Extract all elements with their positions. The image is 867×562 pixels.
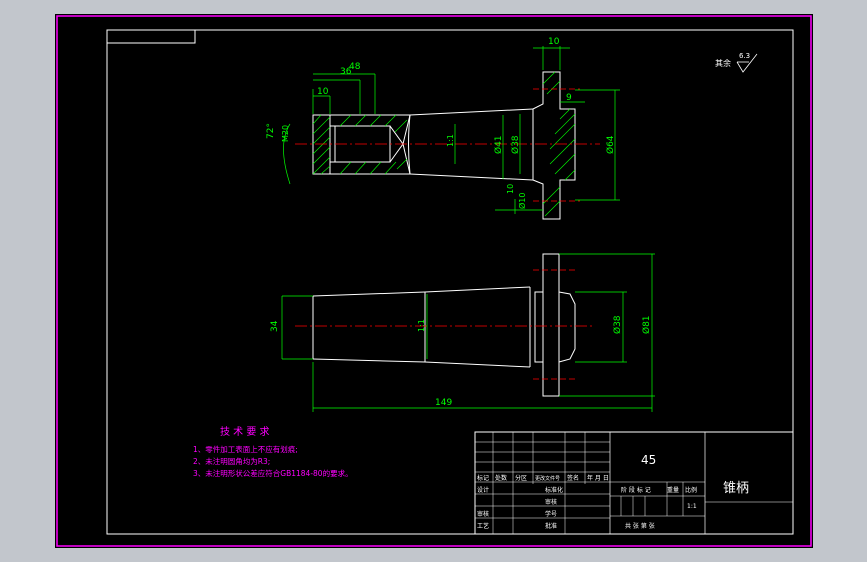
hatch-left [312, 114, 331, 175]
row-label-count: 处数 [495, 474, 507, 482]
tech-item-2: 2、未注明圆角均为R3; [193, 456, 270, 466]
roughness-label: 其余 [715, 58, 731, 68]
title-block: 45 锥柄 标记 处数 分区 更改文件号 签名 年 月 日 设计 标准化 审核 … [474, 431, 794, 535]
technical-requirements: 技 术 要 求 1、零件加工表面上不应有划痕; 2、未注明圆角均为R3; 3、未… [193, 425, 353, 478]
dim-10-lower: 10 [506, 184, 515, 194]
sheets: 共 张 第 张 [625, 522, 655, 530]
scale-value: 1:1 [687, 503, 697, 510]
cad-workspace[interactable]: 36 48 10 10 72° M20 1:1 Ø41 Ø38 Ø64 9 10… [55, 14, 813, 548]
label-audit-mid: 审核 [545, 498, 557, 506]
dim-angle: 72° [266, 123, 276, 139]
dim-d64: Ø64 [605, 135, 616, 154]
label-weight: 重量 [667, 486, 679, 494]
dim-48: 48 [349, 62, 361, 72]
label-student-no: 学号 [545, 510, 557, 518]
dim-d38a: Ø38 [510, 135, 521, 154]
hatch-body [339, 114, 408, 175]
dim-d10-small: Ø10 [517, 193, 527, 209]
dim-d38b: Ø38 [612, 315, 623, 334]
row-label-doc: 更改文件号 [535, 475, 560, 482]
label-audit: 审核 [477, 510, 489, 518]
dim-10-left: 10 [317, 87, 329, 97]
dim-149: 149 [435, 398, 452, 408]
part-name: 锥柄 [723, 481, 749, 496]
label-stage: 阶 段 标 记 [621, 486, 651, 494]
material: 45 [641, 453, 656, 467]
label-craft: 工艺 [477, 522, 489, 530]
row-label-date: 年 月 日 [587, 474, 609, 482]
dim-10-top: 10 [548, 37, 560, 47]
code-box [106, 29, 196, 44]
dims-upper [283, 46, 620, 214]
dim-taper2: 1:1 [417, 319, 426, 332]
roughness-value: 6.3 [739, 52, 750, 60]
dim-thread: M20 [281, 125, 290, 142]
drawing-canvas: 36 48 10 10 72° M20 1:1 Ø41 Ø38 Ø64 9 10… [56, 15, 812, 547]
tech-item-3: 3、未注明形状公差应符合GB1184-80的要求。 [193, 468, 353, 478]
label-design: 设计 [477, 486, 489, 494]
section-view: 36 48 10 10 72° M20 1:1 Ø41 Ø38 Ø64 9 10… [266, 37, 620, 220]
label-scale: 比例 [685, 486, 697, 494]
dim-d41: Ø41 [493, 135, 504, 154]
tech-item-1: 1、零件加工表面上不应有划痕; [193, 444, 298, 454]
label-standard: 标准化 [545, 486, 563, 494]
label-approve: 批准 [545, 522, 557, 530]
dim-d81: Ø81 [641, 315, 652, 334]
roughness-symbol: 其余 6.3 [715, 52, 758, 73]
tech-title: 技 术 要 求 [220, 425, 270, 438]
row-label-sign: 签名 [567, 474, 579, 482]
dim-taper: 1:1 [446, 134, 455, 147]
dim-34: 34 [270, 320, 280, 332]
dim-9: 9 [566, 93, 572, 103]
dims-lower [281, 253, 655, 412]
outer-border [56, 15, 812, 547]
row-label-mark: 标记 [477, 474, 489, 482]
row-label-zone: 分区 [515, 474, 527, 482]
exterior-view: 34 1:1 Ø38 Ø81 149 [270, 253, 655, 412]
